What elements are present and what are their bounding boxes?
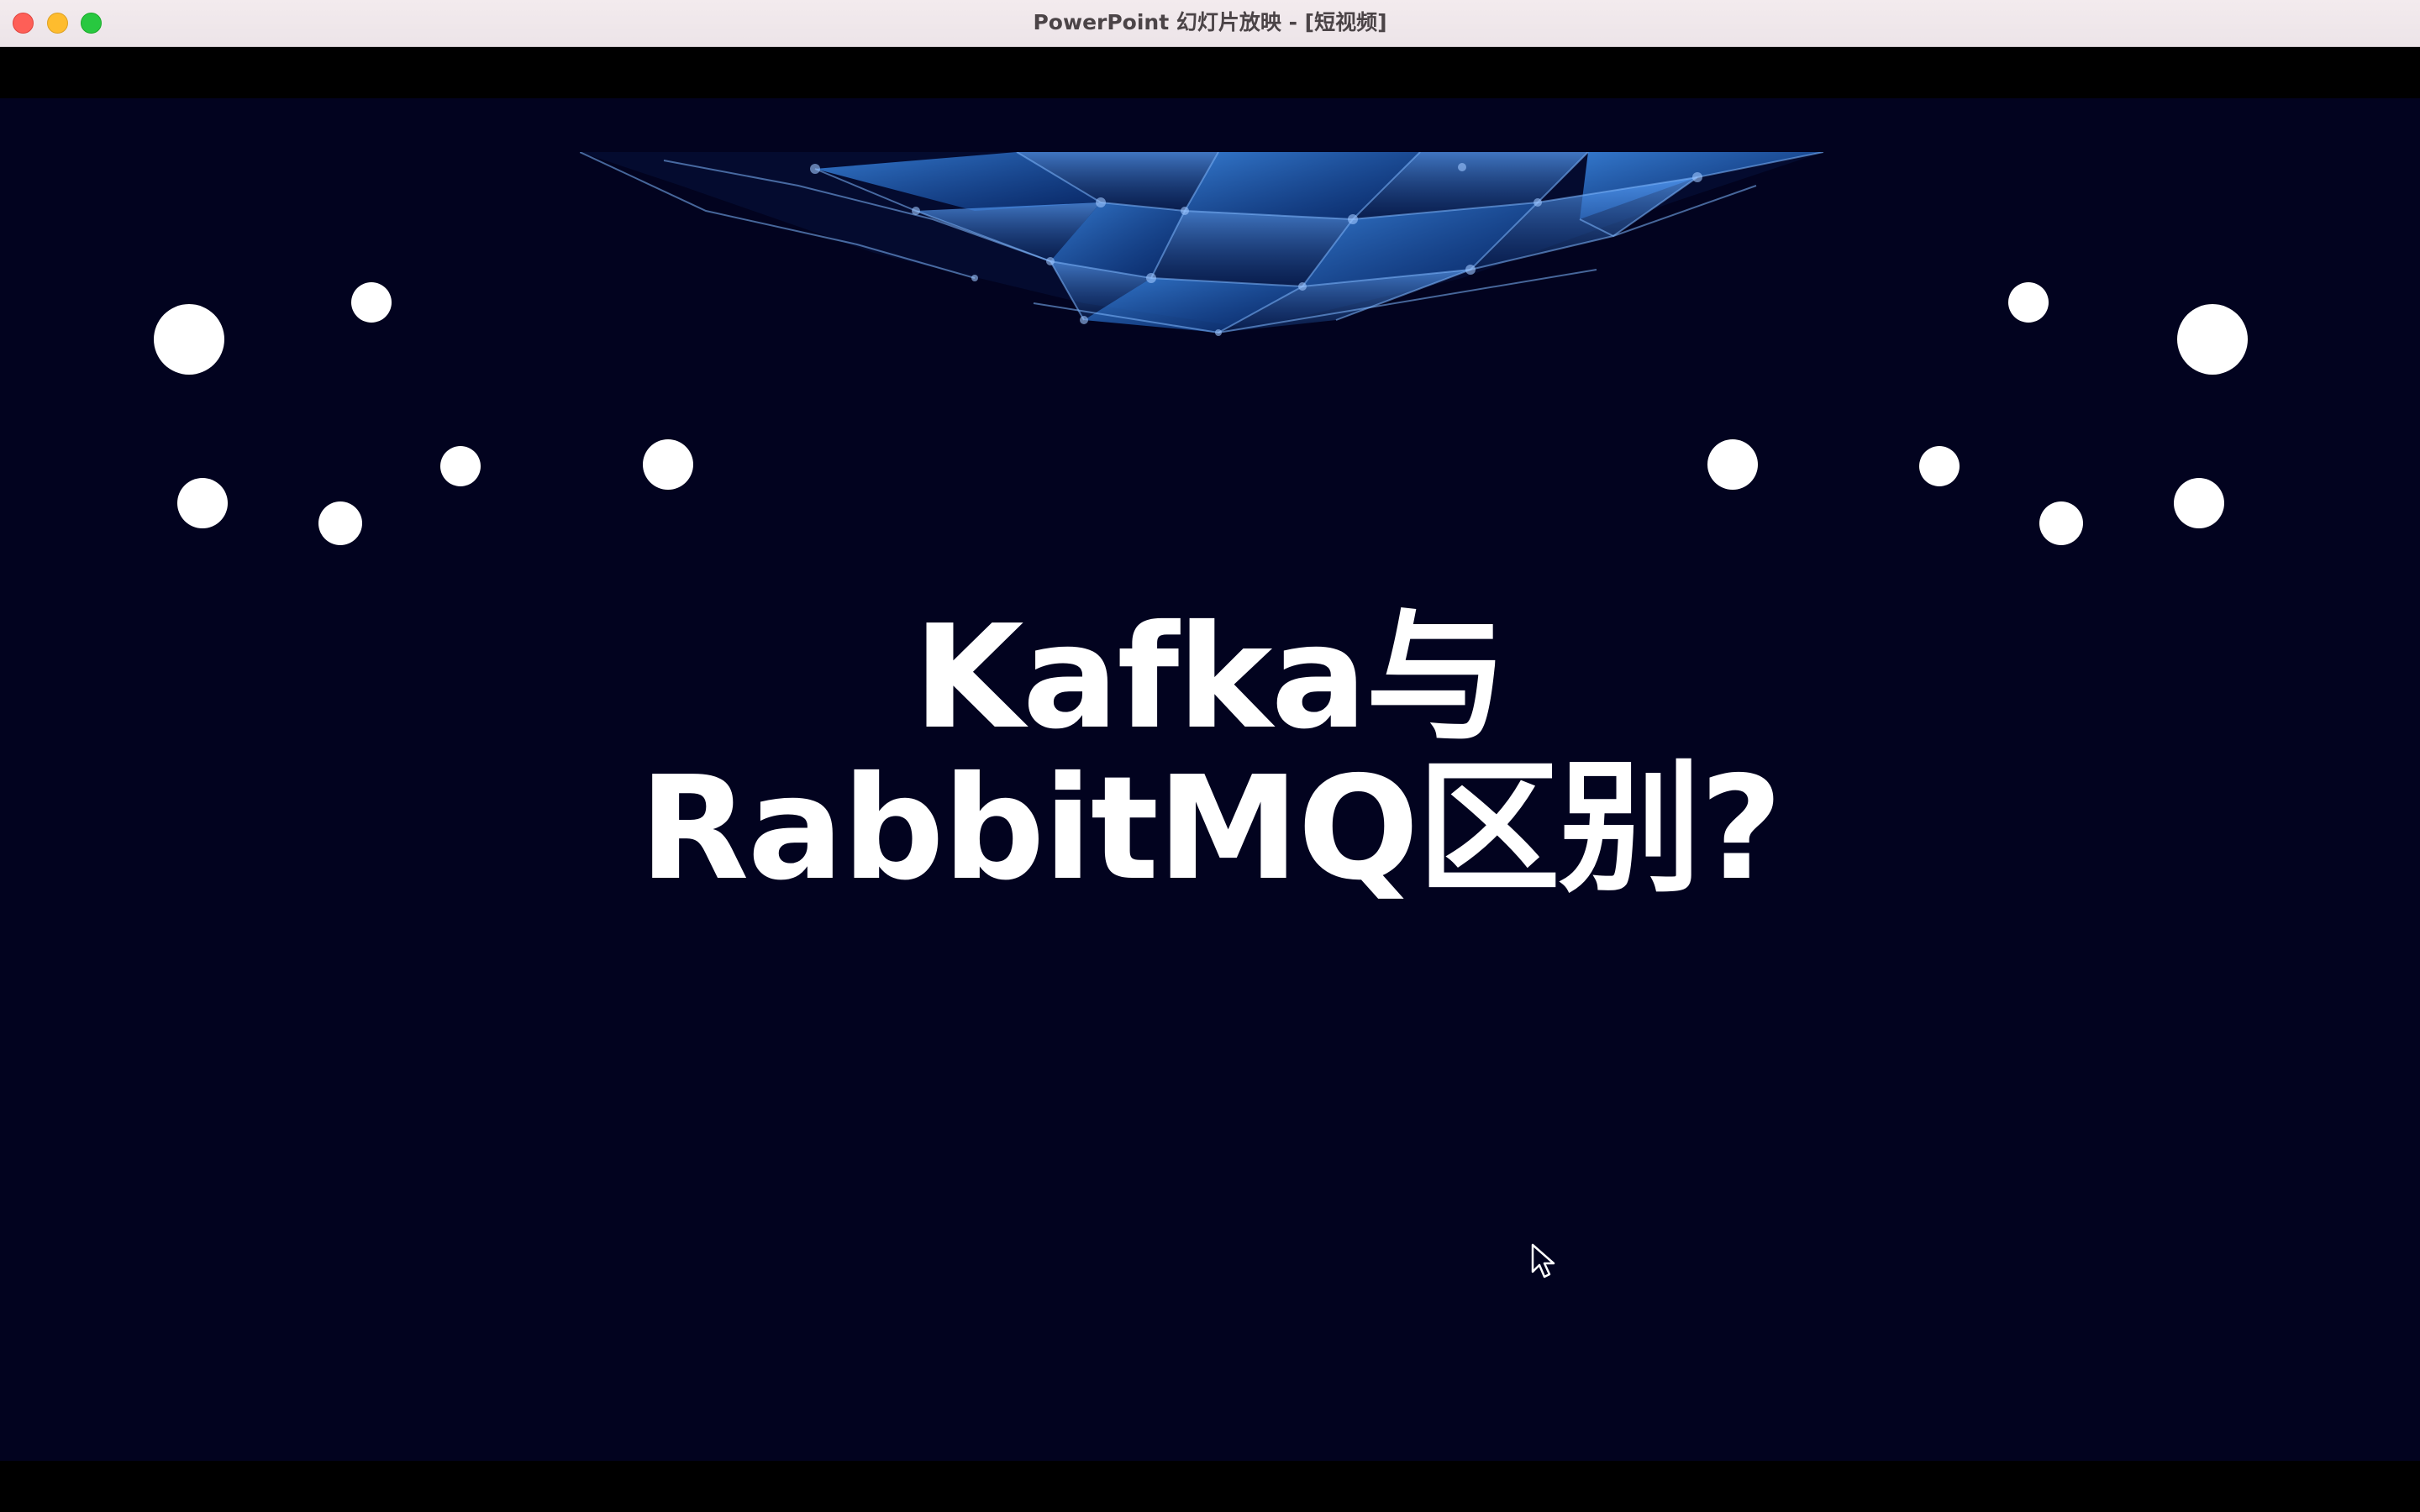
decorative-dot bbox=[351, 282, 392, 323]
arrow-pointer-icon bbox=[1531, 1243, 1555, 1278]
decorative-dot bbox=[154, 304, 224, 375]
decorative-dot bbox=[2008, 282, 2049, 323]
decorative-dot bbox=[643, 439, 693, 490]
decorative-dot bbox=[2039, 501, 2083, 545]
decorative-dot bbox=[318, 501, 362, 545]
decorative-dot bbox=[440, 446, 481, 486]
slideshow-window: PowerPoint 幻灯片放映 - [短视频] Kafka与 RabbitMQ… bbox=[0, 0, 2420, 1512]
window-title: PowerPoint 幻灯片放映 - [短视频] bbox=[1033, 10, 1387, 34]
slide-title: Kafka与 RabbitMQ区别? bbox=[0, 602, 2420, 905]
decorative-dot bbox=[177, 478, 228, 528]
slide-canvas[interactable]: Kafka与 RabbitMQ区别? bbox=[0, 98, 2420, 1461]
letterbox-bottom bbox=[0, 1461, 2420, 1512]
slide-title-line-2: RabbitMQ区别? bbox=[639, 746, 1783, 912]
decorative-dot bbox=[2177, 304, 2248, 375]
letterbox-top bbox=[0, 47, 2420, 98]
decorative-dot bbox=[1919, 446, 1960, 486]
polygon-network-decoration bbox=[580, 152, 1823, 336]
title-bar[interactable]: PowerPoint 幻灯片放映 - [短视频] bbox=[0, 0, 2420, 47]
slide-title-line-1: Kafka与 bbox=[913, 595, 1508, 761]
decorative-dot bbox=[1707, 439, 1758, 490]
decorative-dot bbox=[2174, 478, 2224, 528]
